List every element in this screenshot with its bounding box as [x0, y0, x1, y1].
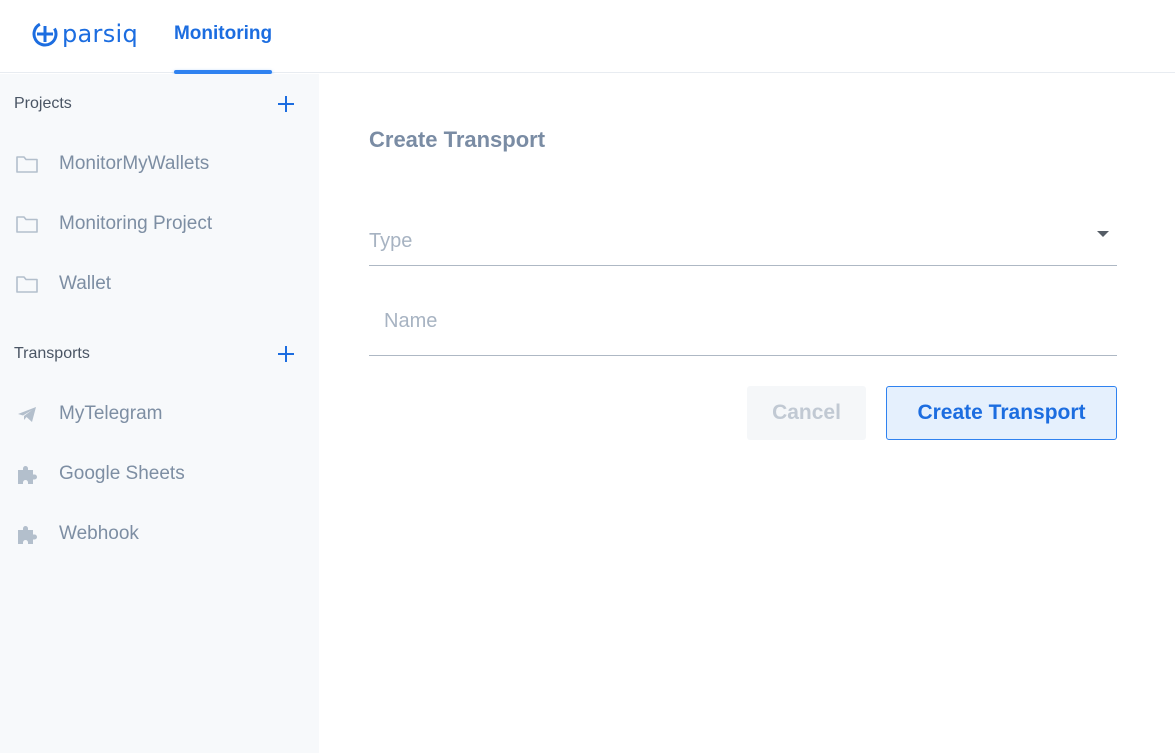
sidebar-item-monitoring-project[interactable]: Monitoring Project [0, 204, 319, 244]
add-transport-button[interactable] [276, 344, 296, 364]
parsiq-logo-icon [32, 21, 58, 47]
name-input[interactable]: Name [369, 298, 1117, 356]
sidebar-item-webhook[interactable]: Webhook [0, 514, 319, 554]
sidebar-item-wallet[interactable]: Wallet [0, 264, 319, 304]
puzzle-icon [18, 466, 37, 484]
create-transport-button[interactable]: Create Transport [886, 386, 1117, 440]
sidebar-item-label: Webhook [59, 523, 139, 544]
folder-icon [16, 276, 38, 293]
sidebar-item-label: Google Sheets [59, 463, 185, 484]
tab-monitoring[interactable]: Monitoring [173, 0, 273, 74]
sidebar: Projects MonitorMyWallets Monitoring Pro… [0, 74, 319, 753]
sidebar-item-mytelegram[interactable]: MyTelegram [0, 394, 319, 434]
sidebar-item-monitormywallets[interactable]: MonitorMyWallets [0, 144, 319, 184]
sidebar-item-label: Wallet [59, 273, 112, 294]
logo-text: parsiq [62, 20, 139, 48]
puzzle-icon [18, 526, 37, 544]
page-title: Create Transport [369, 127, 546, 152]
type-placeholder: Type [369, 230, 413, 252]
transports-section-header: Transports [14, 342, 304, 366]
name-placeholder: Name [384, 310, 438, 332]
top-header: parsiq Monitoring [0, 0, 1175, 74]
sidebar-item-label: MonitorMyWallets [59, 153, 210, 174]
tab-monitoring-label: Monitoring [173, 22, 273, 44]
cancel-button[interactable]: Cancel [747, 386, 866, 440]
projects-heading: Projects [14, 95, 72, 112]
parsiq-logo[interactable]: parsiq [32, 19, 138, 49]
sidebar-item-label: MyTelegram [59, 403, 163, 424]
sidebar-item-google-sheets[interactable]: Google Sheets [0, 454, 319, 494]
folder-icon [16, 216, 38, 233]
folder-icon [16, 156, 38, 173]
transports-heading: Transports [14, 345, 90, 362]
add-project-button[interactable] [276, 94, 296, 114]
projects-section-header: Projects [14, 92, 304, 116]
chevron-down-icon [1097, 231, 1109, 237]
type-select[interactable]: Type [369, 215, 1117, 266]
telegram-icon [18, 407, 36, 422]
sidebar-item-label: Monitoring Project [59, 213, 213, 234]
